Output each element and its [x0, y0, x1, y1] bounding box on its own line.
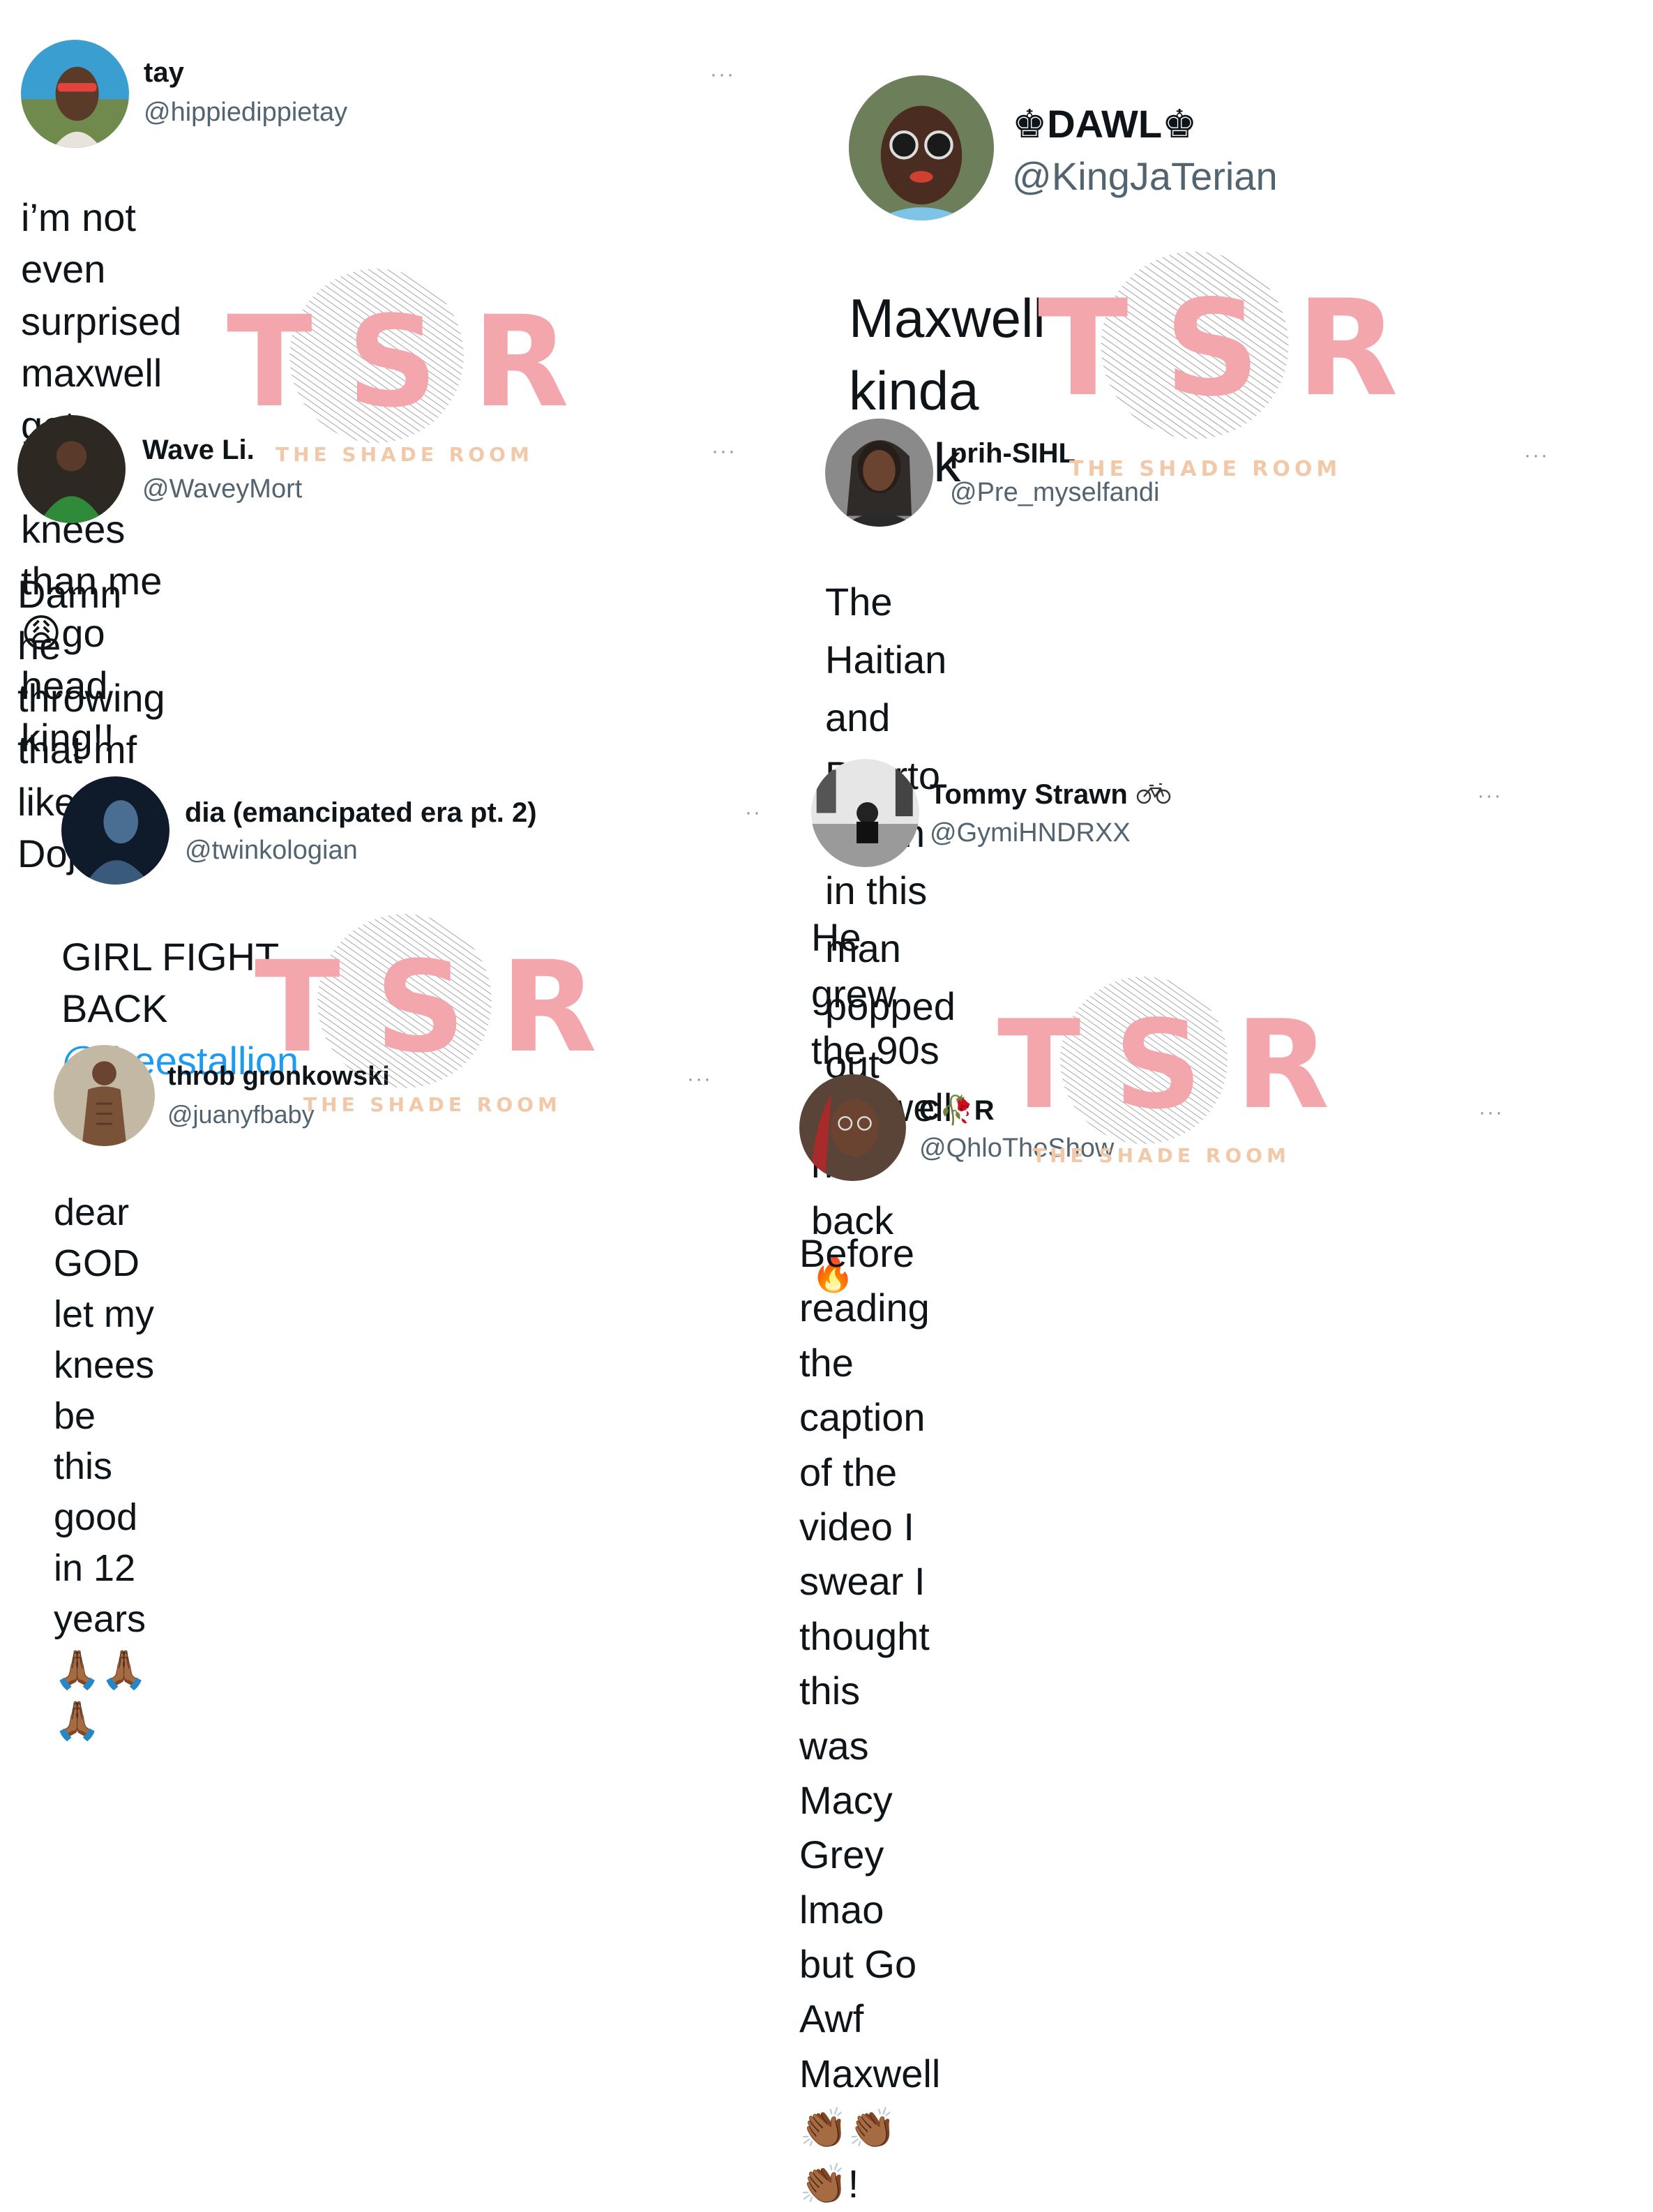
handle[interactable]: @KingJaTerian — [1012, 153, 1278, 199]
tsr-watermark: TSR THE SHADE ROOM — [227, 265, 569, 474]
more-options-icon[interactable]: ··· — [710, 63, 735, 86]
handle[interactable]: @QhloTheShow — [919, 1134, 1114, 1164]
handle[interactable]: @juanyfbaby — [167, 1100, 315, 1129]
bicycle-icon — [1135, 781, 1172, 812]
display-name[interactable]: prih-SIHL — [950, 438, 1075, 469]
avatar[interactable] — [825, 419, 933, 527]
more-options-icon[interactable]: ··· — [687, 1067, 712, 1091]
tsr-watermark: TSR THE SHADE ROOM — [1038, 248, 1398, 481]
tweet-text: dear GOD let my knees be this good in 12… — [54, 1191, 155, 1743]
display-name[interactable]: throb gronkowski — [167, 1062, 390, 1092]
clapping-hands-icon: 👏🏾👏🏾 — [799, 2106, 897, 2152]
more-options-icon[interactable]: ··· — [711, 439, 737, 463]
more-options-icon[interactable]: ··· — [1479, 1101, 1504, 1124]
more-options-icon[interactable]: ··· — [1477, 784, 1502, 808]
handle[interactable]: @WaveyMort — [142, 474, 302, 504]
display-name[interactable]: Wave Li. — [142, 435, 255, 466]
avatar[interactable] — [21, 40, 129, 148]
avatar[interactable] — [811, 759, 919, 867]
more-options-icon[interactable]: ··· — [1524, 444, 1549, 467]
avatar[interactable] — [849, 75, 994, 220]
handle[interactable]: @GymiHNDRXX — [930, 818, 1131, 848]
handle[interactable]: @twinkologian — [185, 836, 358, 866]
avatar[interactable] — [799, 1074, 906, 1181]
handle[interactable]: @Pre_myselfandi — [950, 478, 1159, 508]
avatar[interactable] — [61, 776, 169, 885]
clapping-hands-icon: 👏🏾 — [799, 2161, 848, 2207]
display-name[interactable]: C🥀R — [919, 1094, 995, 1127]
more-options-icon[interactable]: ·· — [745, 801, 762, 825]
display-name[interactable]: tay — [144, 57, 184, 89]
display-name[interactable]: dia (emancipated era pt. 2) — [185, 797, 537, 829]
wilted-rose-icon: 🥀 — [939, 1094, 974, 1127]
display-name[interactable]: ♚DAWL♚ — [1012, 101, 1197, 147]
praying-hands-icon: 🙏🏾🙏🏾🙏🏾 — [54, 1648, 148, 1743]
avatar[interactable] — [54, 1045, 155, 1146]
display-name[interactable]: Tommy Strawn — [930, 779, 1172, 812]
handle[interactable]: @hippiedippietay — [144, 98, 347, 128]
avatar[interactable] — [17, 415, 126, 523]
tweet-text: Before reading the caption of the video … — [799, 1231, 941, 2207]
